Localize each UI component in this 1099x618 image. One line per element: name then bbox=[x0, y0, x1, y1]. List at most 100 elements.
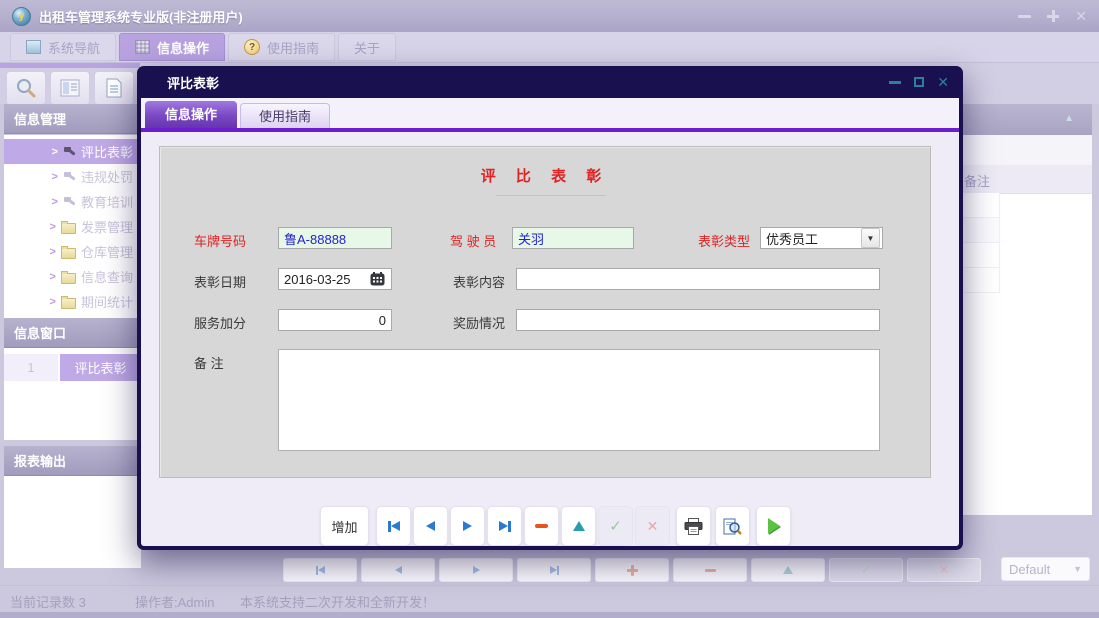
date-field[interactable]: 2016-03-25 bbox=[278, 268, 392, 290]
dialog-tab-info-operation[interactable]: 信息操作 bbox=[145, 101, 237, 128]
type-dropdown[interactable]: 优秀员工 ▼ bbox=[760, 227, 883, 249]
folder-icon bbox=[61, 248, 76, 259]
preview-button[interactable] bbox=[715, 506, 750, 546]
confirm-button[interactable]: ✓ bbox=[598, 506, 633, 546]
plate-value: 鲁A-88888 bbox=[284, 229, 346, 248]
tab-system-nav[interactable]: 系统导航 bbox=[10, 33, 116, 61]
bottom-edit-button[interactable] bbox=[751, 558, 825, 582]
sidebar-section-info-title[interactable]: 信息管理 bbox=[4, 104, 141, 134]
search-button[interactable] bbox=[6, 71, 46, 105]
report-button[interactable] bbox=[50, 71, 90, 105]
expand-arrow-icon: > bbox=[52, 146, 58, 158]
tab-label: 关于 bbox=[354, 38, 380, 57]
document-button[interactable] bbox=[94, 71, 134, 105]
dialog-maximize-icon[interactable] bbox=[914, 77, 924, 87]
cross-icon: ✕ bbox=[939, 563, 949, 577]
play-icon bbox=[768, 518, 780, 534]
edit-icon bbox=[783, 566, 793, 574]
sidebar-item-label: 仓库管理 bbox=[81, 242, 133, 261]
tab-label: 使用指南 bbox=[267, 38, 319, 57]
chevron-down-icon[interactable]: ▼ bbox=[861, 228, 880, 248]
note-textarea[interactable] bbox=[278, 349, 880, 451]
sidebar-item-label: 信息查询 bbox=[81, 267, 133, 286]
sidebar-item-warehouse[interactable]: > 仓库管理 bbox=[4, 239, 141, 264]
tab-user-guide[interactable]: ? 使用指南 bbox=[228, 33, 335, 61]
window-list-item[interactable]: 1 评比表彰 bbox=[4, 354, 141, 381]
operator-text: 操作者:Admin bbox=[135, 592, 214, 611]
minimize-icon[interactable] bbox=[1018, 15, 1031, 18]
sidebar-window-panel: 1 评比表彰 bbox=[4, 348, 141, 440]
driver-field[interactable]: 关羽 bbox=[512, 227, 634, 249]
status-bar: 当前记录数 3 操作者:Admin 本系统支持二次开发和全新开发！ bbox=[0, 585, 1099, 613]
add-record-button[interactable]: 增加 bbox=[320, 506, 369, 546]
reward-field[interactable] bbox=[516, 309, 880, 331]
bottom-cancel-button[interactable]: ✕ bbox=[907, 558, 981, 582]
search-icon bbox=[15, 77, 37, 99]
folder-icon bbox=[61, 223, 76, 234]
dialog-minimize-icon[interactable] bbox=[889, 81, 901, 84]
bottom-confirm-button[interactable]: ✓ bbox=[829, 558, 903, 582]
sidebar-item-query[interactable]: > 信息查询 bbox=[4, 264, 141, 289]
calendar-button[interactable] bbox=[366, 270, 388, 288]
tab-about[interactable]: 关于 bbox=[338, 33, 396, 61]
window-icon bbox=[26, 40, 41, 54]
active-tab-accent bbox=[0, 63, 140, 68]
sidebar-item-invoice[interactable]: > 发票管理 bbox=[4, 214, 141, 239]
next-record-button[interactable] bbox=[450, 506, 485, 546]
last-icon bbox=[499, 521, 508, 531]
first-record-button[interactable] bbox=[376, 506, 411, 546]
record-navigator-bar: ✓ ✕ Default ▼ bbox=[146, 558, 1092, 584]
score-field[interactable]: 0 bbox=[278, 309, 392, 331]
edit-record-button[interactable] bbox=[561, 506, 596, 546]
bottom-delete-button[interactable] bbox=[673, 558, 747, 582]
main-tab-bar: 系统导航 信息操作 ? 使用指南 关于 bbox=[0, 32, 1099, 63]
last-record-button[interactable] bbox=[487, 506, 522, 546]
prev-record-button[interactable] bbox=[413, 506, 448, 546]
sidebar-section-window-title[interactable]: 信息窗口 bbox=[4, 318, 141, 348]
sidebar-item-statistics[interactable]: > 期间统计 bbox=[4, 289, 141, 314]
folder-icon bbox=[61, 298, 76, 309]
run-button[interactable] bbox=[756, 506, 791, 546]
close-icon[interactable]: ✕ bbox=[1075, 9, 1087, 23]
tab-info-operation[interactable]: 信息操作 bbox=[119, 33, 225, 61]
dialog-tab-user-guide[interactable]: 使用指南 bbox=[240, 103, 330, 128]
expand-arrow-icon: > bbox=[50, 296, 56, 308]
sidebar-section-report-title[interactable]: 报表输出 bbox=[4, 446, 141, 476]
app-titlebar: y 出租车管理系统专业版(非注册用户) ✕ bbox=[0, 0, 1099, 32]
collapse-panel-icon[interactable]: ▲ bbox=[1064, 114, 1074, 124]
sidebar-item-label: 发票管理 bbox=[81, 217, 133, 236]
dialog-close-icon[interactable]: ✕ bbox=[937, 75, 949, 89]
cross-icon: ✕ bbox=[647, 518, 659, 535]
sidebar-item-violation[interactable]: > 违规处罚 bbox=[4, 164, 141, 189]
heading-underline bbox=[496, 195, 606, 196]
cancel-button[interactable]: ✕ bbox=[635, 506, 670, 546]
sidebar-item-commendation[interactable]: > 评比表彰 bbox=[4, 139, 141, 164]
next-icon bbox=[473, 566, 480, 574]
score-label: 服务加分 bbox=[194, 313, 246, 332]
bottom-prev-button[interactable] bbox=[361, 558, 435, 582]
score-value: 0 bbox=[379, 313, 386, 328]
folder-icon bbox=[61, 273, 76, 284]
sidebar-item-training[interactable]: > 教育培训 bbox=[4, 189, 141, 214]
plate-field[interactable]: 鲁A-88888 bbox=[278, 227, 392, 249]
type-label: 表彰类型 bbox=[698, 231, 750, 250]
column-header-note[interactable]: 备注 bbox=[964, 171, 990, 190]
expand-arrow-icon: > bbox=[52, 196, 58, 208]
restore-icon[interactable] bbox=[1047, 10, 1059, 22]
next-icon bbox=[463, 521, 472, 531]
bottom-next-button[interactable] bbox=[439, 558, 513, 582]
bottom-last-button[interactable] bbox=[517, 558, 591, 582]
driver-value: 关羽 bbox=[518, 229, 544, 248]
check-icon: ✓ bbox=[861, 562, 872, 578]
check-icon: ✓ bbox=[609, 517, 622, 535]
print-button[interactable] bbox=[676, 506, 711, 546]
bottom-insert-button[interactable] bbox=[595, 558, 669, 582]
content-field[interactable] bbox=[516, 268, 880, 290]
bottom-first-button[interactable] bbox=[283, 558, 357, 582]
help-icon: ? bbox=[244, 39, 260, 55]
dialog-body: 信息操作 使用指南 评 比 表 彰 车牌号码 鲁A-88888 驾 驶 员 关羽… bbox=[141, 98, 959, 546]
delete-record-button[interactable] bbox=[524, 506, 559, 546]
record-count-text: 当前记录数 3 bbox=[10, 592, 86, 611]
style-dropdown[interactable]: Default ▼ bbox=[1001, 557, 1090, 581]
window-bottom-edge bbox=[0, 612, 1099, 618]
